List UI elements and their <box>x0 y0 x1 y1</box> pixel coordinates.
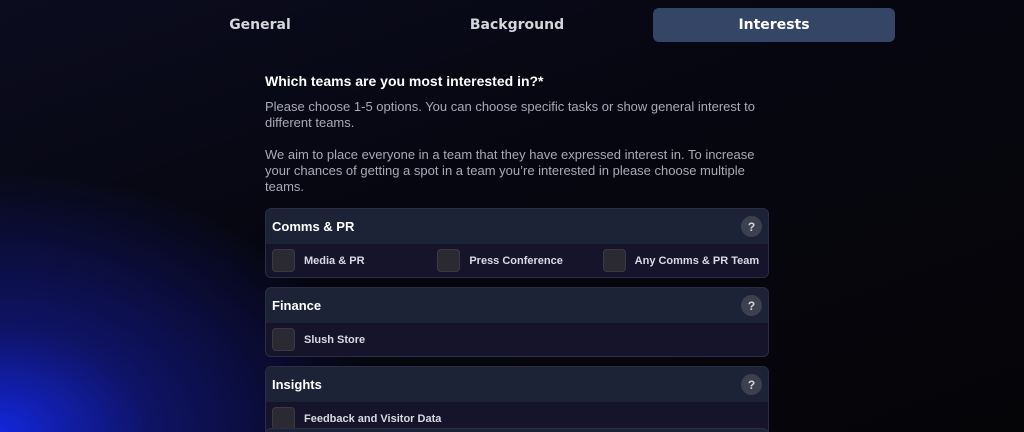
team-group-header: Insights ? <box>266 367 768 402</box>
team-group-comms-pr: Comms & PR ? Media & PR Press Conference… <box>265 208 769 278</box>
team-group-insights: Insights ? Feedback and Visitor Data <box>265 366 769 432</box>
help-icon[interactable]: ? <box>741 374 762 395</box>
checkbox[interactable] <box>272 328 295 351</box>
checkbox[interactable] <box>437 249 461 272</box>
tab-general[interactable]: General <box>139 8 381 42</box>
team-group-next-partial <box>265 428 769 432</box>
team-options: Media & PR Press Conference Any Comms & … <box>266 244 768 277</box>
help-icon[interactable]: ? <box>741 295 762 316</box>
team-group-title: Comms & PR <box>272 219 355 234</box>
tab-background[interactable]: Background <box>396 8 638 42</box>
option-media-pr[interactable]: Media & PR <box>272 249 437 272</box>
question-help-text-2: We aim to place everyone in a team that … <box>265 147 755 194</box>
team-group-title: Finance <box>272 298 322 313</box>
team-group-title: Insights <box>272 377 322 392</box>
question-title: Which teams are you most interested in?* <box>265 73 544 89</box>
tab-bar: General Background Interests <box>139 8 895 42</box>
checkbox[interactable] <box>272 249 295 272</box>
help-icon[interactable]: ? <box>741 216 762 237</box>
option-press-conference[interactable]: Press Conference <box>437 249 602 272</box>
option-label: Feedback and Visitor Data <box>304 412 442 425</box>
option-any-comms-pr-team[interactable]: Any Comms & PR Team <box>602 249 768 272</box>
option-feedback-visitor-data[interactable]: Feedback and Visitor Data <box>272 407 572 430</box>
interests-form: Which teams are you most interested in?*… <box>265 72 769 432</box>
tab-interests[interactable]: Interests <box>653 8 895 42</box>
checkbox[interactable] <box>602 249 626 272</box>
option-label: Media & PR <box>304 254 365 267</box>
option-label: Press Conference <box>469 254 563 267</box>
question-help-text: Please choose 1-5 options. You can choos… <box>265 99 755 130</box>
team-group-header: Finance ? <box>266 288 768 323</box>
option-label: Any Comms & PR Team <box>634 254 760 267</box>
option-label: Slush Store <box>304 333 366 346</box>
checkbox[interactable] <box>272 407 295 430</box>
option-slush-store[interactable]: Slush Store <box>272 328 439 351</box>
team-group-finance: Finance ? Slush Store <box>265 287 769 357</box>
team-group-header: Comms & PR ? <box>266 209 768 244</box>
team-groups: Comms & PR ? Media & PR Press Conference… <box>265 208 769 432</box>
team-options: Slush Store <box>266 323 768 356</box>
